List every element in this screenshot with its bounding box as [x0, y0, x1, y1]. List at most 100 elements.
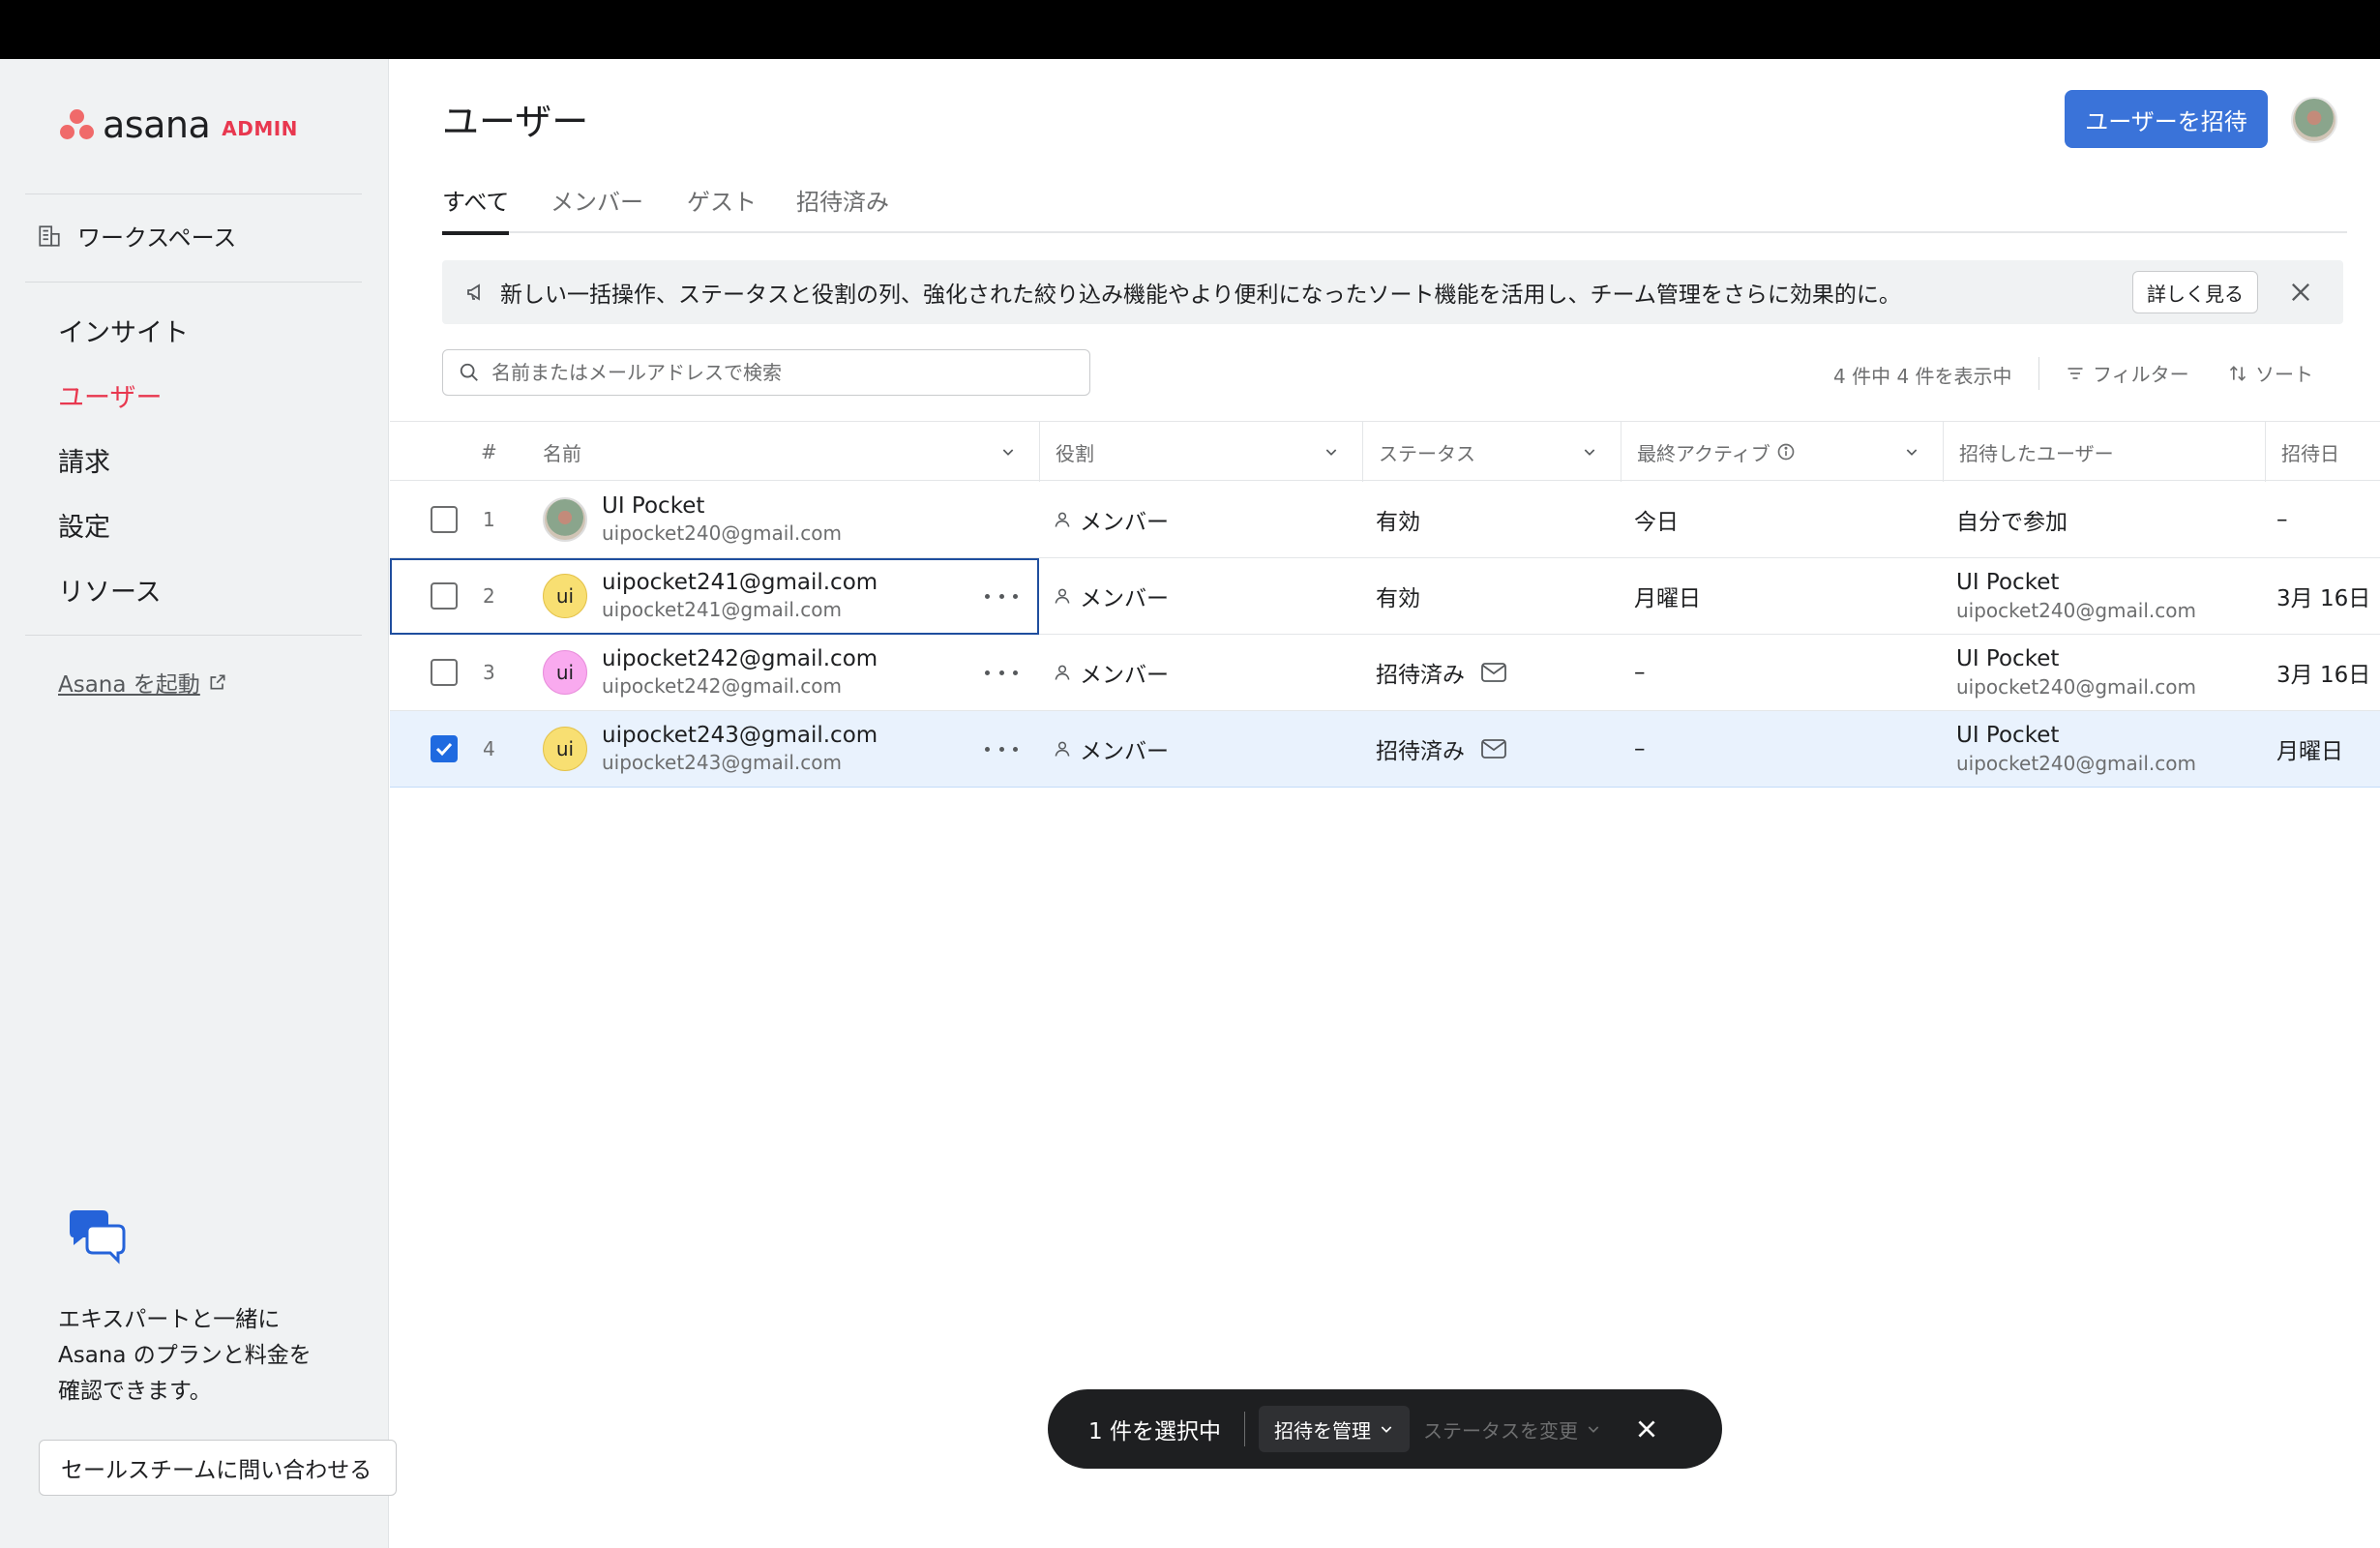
invite-date-cell: 月曜日	[2276, 739, 2343, 764]
launch-asana-link[interactable]: Asana を起動	[58, 666, 227, 699]
manage-invites-label: 招待を管理	[1273, 1418, 1371, 1443]
envelope-icon[interactable]	[1480, 662, 1507, 683]
status-label: 招待済み	[1376, 739, 1465, 764]
more-options-icon[interactable]	[985, 734, 1018, 763]
filter-label: フィルター	[2093, 363, 2189, 386]
table-row[interactable]: 1 UI Pocket uipocket240@gmail.com メンバー 有…	[390, 482, 2380, 558]
user-tabs: すべて メンバー ゲスト 招待済み	[442, 183, 2347, 235]
sidebar-item-users[interactable]: ユーザー	[58, 376, 162, 414]
change-status-button[interactable]: ステータスを変更	[1423, 1415, 1601, 1444]
role-cell[interactable]: メンバー	[1053, 482, 1169, 557]
column-status[interactable]: ステータス	[1363, 422, 1621, 482]
user-name: UI Pocket	[602, 493, 705, 519]
row-number: 1	[483, 508, 495, 531]
workspace-label: ワークスペース	[77, 224, 237, 252]
external-link-icon	[210, 674, 225, 690]
invite-date-cell: 3月 16日	[2276, 663, 2371, 688]
invite-user-button[interactable]: ユーザーを招待	[2065, 90, 2268, 148]
checkmark-icon	[435, 742, 453, 757]
user-name: uipocket242@gmail.com	[602, 646, 878, 671]
last-active-cell: 月曜日	[1634, 586, 1701, 611]
close-icon[interactable]	[1634, 1416, 1659, 1442]
bulk-bar-divider	[1243, 1412, 1245, 1446]
selected-count: 1 件を選択中	[1088, 1419, 1221, 1444]
inviter-email: uipocket240@gmail.com	[1956, 599, 2196, 622]
invited-by-cell: 自分で参加	[1956, 510, 2068, 535]
promo-line: Asana のプランと料金を	[58, 1343, 312, 1368]
role-cell[interactable]: メンバー	[1053, 558, 1169, 634]
megaphone-icon	[467, 283, 480, 301]
sidebar-item-billing[interactable]: 請求	[58, 441, 110, 479]
account-avatar[interactable]	[2291, 97, 2337, 143]
tab-members[interactable]: メンバー	[550, 183, 643, 233]
last-active-cell: –	[1634, 736, 1646, 761]
last-active-cell: 今日	[1634, 510, 1679, 535]
sidebar-item-insight[interactable]: インサイト	[58, 312, 189, 349]
table-row[interactable]: 2 ui uipocket241@gmail.com uipocket241@g…	[390, 558, 2380, 635]
sidebar-divider	[25, 635, 362, 636]
column-name-label: 名前	[543, 441, 581, 465]
invited-by-cell: UI Pocket uipocket240@gmail.com	[1956, 644, 2196, 700]
sort-arrows-icon	[2229, 365, 2246, 381]
column-last-active[interactable]: 最終アクティブ	[1621, 422, 1944, 482]
sidebar-item-settings[interactable]: 設定	[58, 506, 110, 544]
promo-line: エキスパートと一緒に	[58, 1307, 281, 1332]
column-invite-date[interactable]: 招待日	[2266, 422, 2380, 482]
inviter-name: UI Pocket	[1956, 723, 2060, 748]
person-icon	[1055, 741, 1070, 757]
search-input[interactable]	[491, 361, 1072, 384]
chevron-down-icon	[1584, 449, 1595, 456]
table-row[interactable]: 3 ui uipocket242@gmail.com uipocket242@g…	[390, 635, 2380, 711]
promo-line: 確認できます。	[58, 1379, 212, 1404]
avatar: ui	[543, 650, 587, 695]
invite-date-cell: 3月 16日	[2276, 586, 2371, 611]
tab-invited[interactable]: 招待済み	[796, 183, 889, 233]
table-row[interactable]: 4 ui uipocket243@gmail.com uipocket243@g…	[390, 711, 2380, 788]
user-email: uipocket243@gmail.com	[602, 751, 842, 774]
column-role[interactable]: 役割	[1040, 422, 1363, 482]
toolbar-divider	[2038, 357, 2039, 390]
status-cell: 招待済み	[1376, 635, 1507, 710]
tab-all[interactable]: すべて	[442, 183, 510, 235]
role-cell[interactable]: メンバー	[1053, 711, 1169, 787]
asana-admin-logo[interactable]: asana ADMIN	[58, 104, 298, 146]
column-invited-by[interactable]: 招待したユーザー	[1944, 422, 2266, 482]
asana-logo-icon	[58, 107, 97, 142]
change-status-label: ステータスを変更	[1422, 1418, 1578, 1443]
person-icon	[1055, 588, 1070, 604]
status-cell: 有効	[1376, 510, 1420, 535]
user-name: uipocket243@gmail.com	[602, 723, 878, 748]
tab-guests[interactable]: ゲスト	[687, 183, 757, 233]
filter-button[interactable]: フィルター	[2066, 359, 2189, 387]
contact-sales-button[interactable]: セールスチームに問い合わせる	[39, 1440, 397, 1496]
inviter-email: uipocket240@gmail.com	[1956, 752, 2196, 775]
user-name-cell: uipocket242@gmail.com uipocket242@gmail.…	[602, 644, 878, 699]
logo-text: asana	[103, 104, 211, 146]
envelope-icon[interactable]	[1480, 738, 1507, 759]
chevron-down-icon	[1588, 1426, 1599, 1433]
row-checkbox[interactable]	[431, 506, 458, 533]
main-content: ユーザー ユーザーを招待 すべて メンバー ゲスト 招待済み 新しい一括操作、ス…	[390, 59, 2380, 1548]
bulk-action-bar: 1 件を選択中 招待を管理 ステータスを変更	[1048, 1389, 1722, 1469]
sidebar-item-resources[interactable]: リソース	[58, 571, 162, 609]
role-cell[interactable]: メンバー	[1053, 635, 1169, 710]
invite-date-cell: –	[2276, 507, 2288, 532]
user-email: uipocket242@gmail.com	[602, 674, 842, 698]
filter-icon	[2068, 367, 2083, 379]
user-name-cell: uipocket243@gmail.com uipocket243@gmail.…	[602, 721, 878, 775]
row-checkbox[interactable]	[431, 735, 458, 762]
more-options-icon[interactable]	[985, 658, 1018, 687]
manage-invites-button[interactable]: 招待を管理	[1258, 1406, 1410, 1452]
sort-button[interactable]: ソート	[2228, 359, 2313, 387]
column-name[interactable]: 名前	[527, 422, 1040, 482]
person-icon	[1055, 512, 1070, 527]
close-icon[interactable]	[2287, 279, 2314, 306]
role-label: メンバー	[1080, 663, 1169, 688]
chat-bubbles-icon	[70, 1210, 126, 1265]
sales-promo-text: エキスパートと一緒に Asana のプランと料金を 確認できます。	[58, 1302, 312, 1410]
learn-more-button[interactable]: 詳しく見る	[2132, 271, 2258, 313]
inviter-email: uipocket240@gmail.com	[1956, 675, 2196, 699]
column-number-label: #	[481, 440, 497, 463]
row-checkbox[interactable]	[431, 659, 458, 686]
sidebar-item-workspace[interactable]: ワークスペース	[37, 219, 236, 253]
